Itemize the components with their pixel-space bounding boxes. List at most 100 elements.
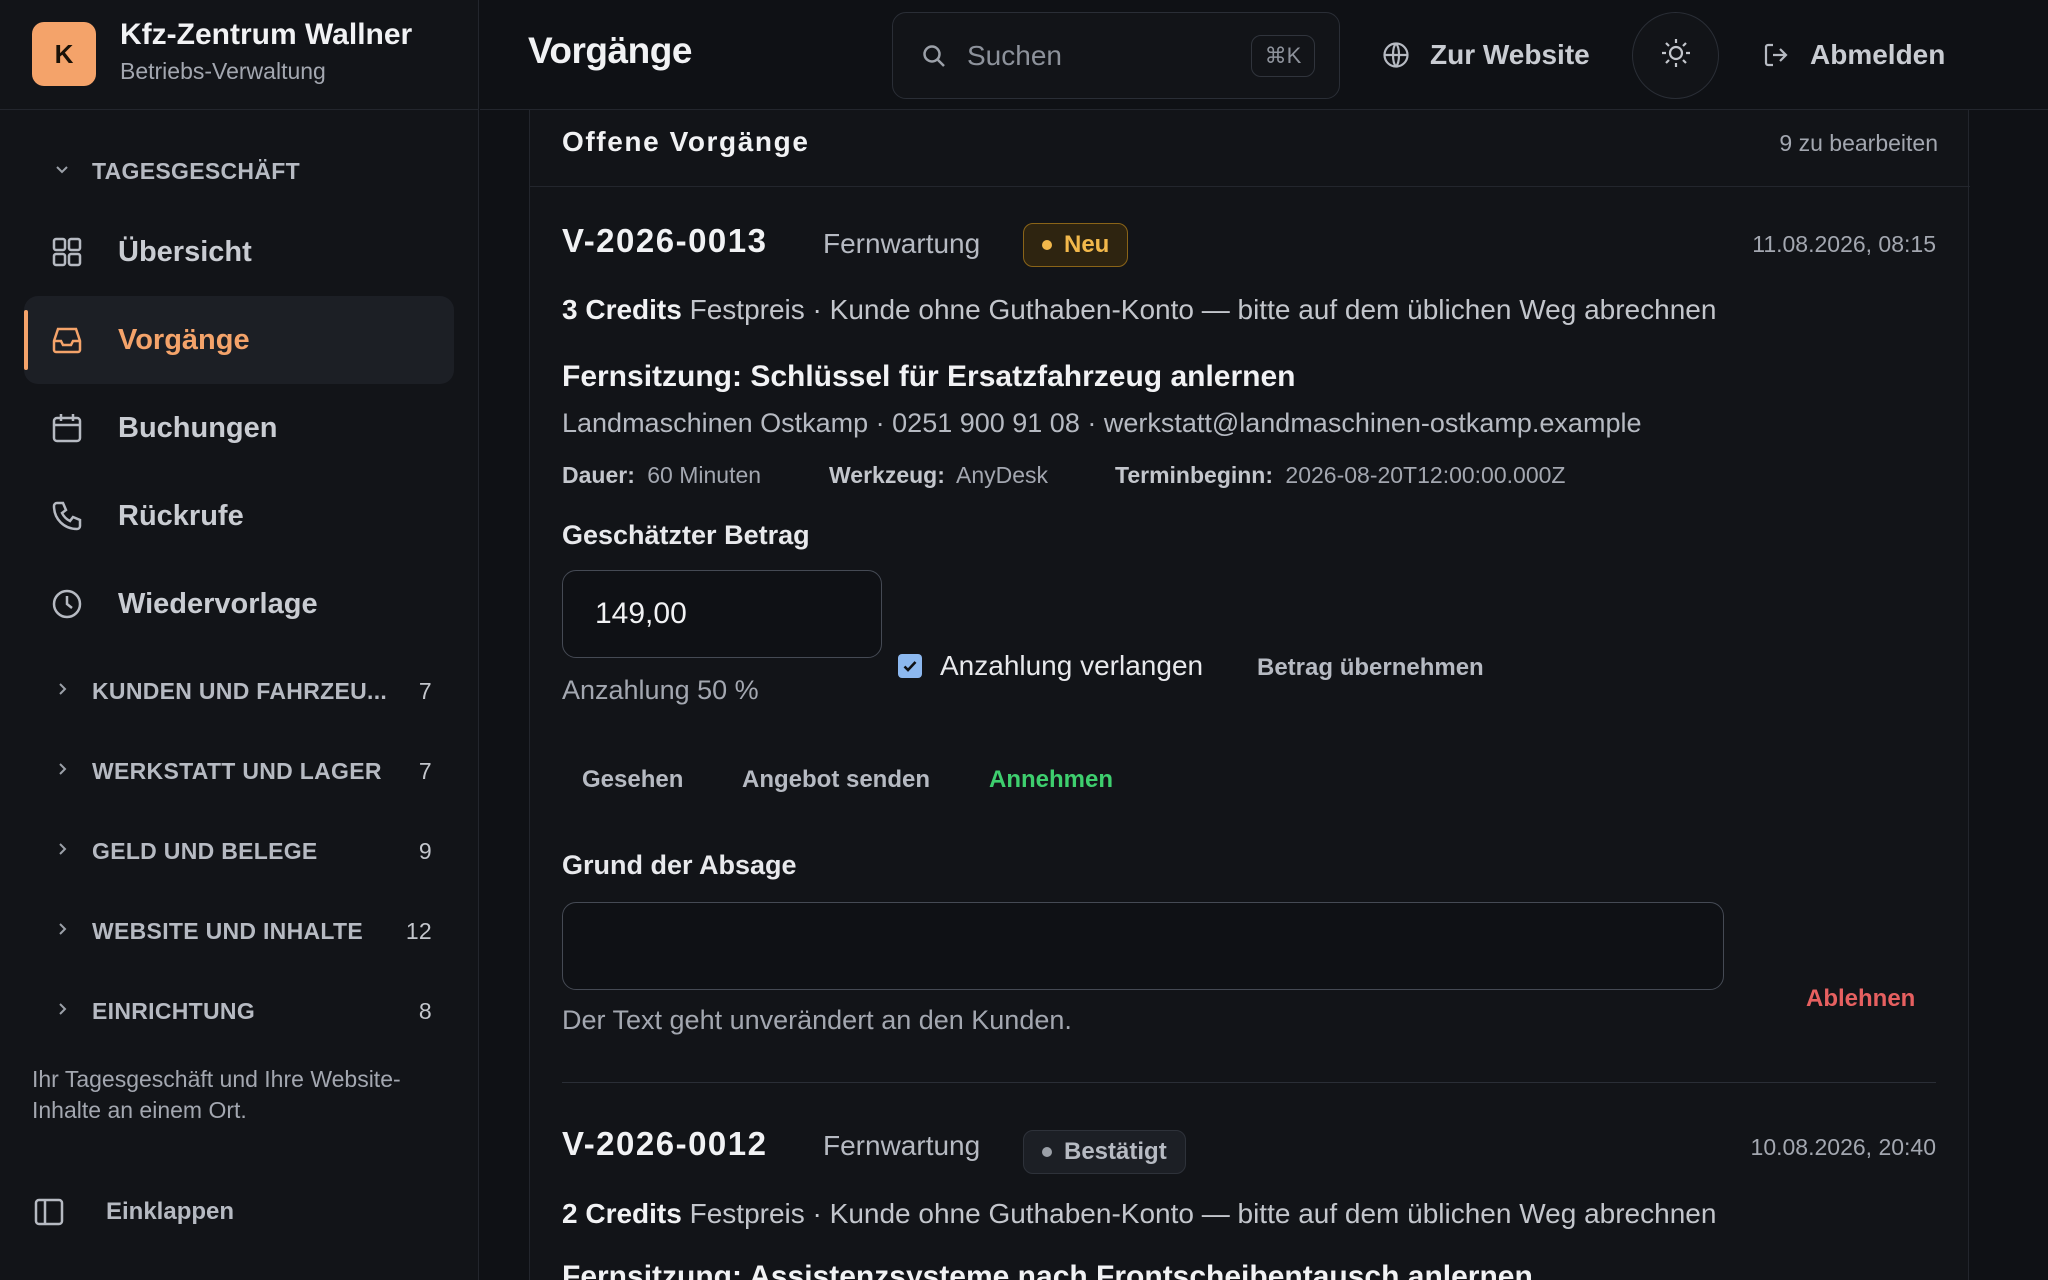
meta-label: Werkzeug: — [829, 462, 945, 488]
sidebar-item-label: Buchungen — [118, 411, 278, 444]
case-date: 10.08.2026, 20:40 — [1750, 1134, 1936, 1160]
sidebar-item-buchungen[interactable]: Buchungen — [24, 384, 454, 472]
meta-value: 60 Minuten — [647, 462, 762, 488]
meta-value: AnyDesk — [956, 462, 1049, 488]
search-shortcut-badge: ⌘K — [1251, 34, 1315, 77]
open-cases-card: Offene Vorgänge 9 zu bearbeiten V-2026-0… — [529, 110, 1970, 1280]
sidebar-item-label: Wiedervorlage — [118, 587, 318, 620]
meta-label: Terminbeginn: — [1115, 462, 1274, 488]
chevron-right-icon — [52, 681, 72, 702]
credits-amount: 3 Credits — [562, 294, 682, 325]
meta-start: Terminbeginn: 2026-08-20T12:00:00.000Z — [1115, 462, 1565, 489]
website-link-label: Zur Website — [1430, 39, 1590, 70]
case-credits: 3 Credits Festpreis · Kunde ohne Guthabe… — [562, 294, 1716, 326]
sidebar-item-vorgaenge[interactable]: Vorgänge — [24, 296, 454, 384]
search-placeholder: Suchen — [967, 39, 1062, 71]
collapse-label: Einklappen — [106, 1198, 235, 1225]
status-badge: Neu — [1023, 223, 1129, 267]
deposit-checkbox-row[interactable]: Anzahlung verlangen — [898, 650, 1203, 682]
card-title: Offene Vorgänge — [562, 126, 810, 157]
phone-icon — [50, 499, 84, 533]
sidebar-item-label: Vorgänge — [118, 323, 250, 356]
case-contact: Landmaschinen Ostkamp · 0251 900 91 08 ·… — [562, 408, 1642, 438]
sidebar: K Kfz-Zentrum Wallner Betriebs-Verwaltun… — [0, 0, 479, 1280]
grid-icon — [50, 235, 84, 269]
chevron-down-icon — [52, 161, 72, 182]
case-date: 11.08.2026, 08:15 — [1752, 231, 1936, 257]
brand-subtitle: Betriebs-Verwaltung — [120, 58, 326, 84]
section-werkstatt-und-lager[interactable]: WERKSTATT UND LAGER 7 — [52, 751, 452, 791]
website-link[interactable]: Zur Website — [1382, 30, 1590, 80]
apply-amount-button[interactable]: Betrag übernehmen — [1257, 654, 1484, 682]
sidebar-item-rueckrufe[interactable]: Rückrufe — [24, 472, 454, 560]
section-einrichtung[interactable]: EINRICHTUNG 8 — [52, 991, 452, 1031]
status-badge: Bestätigt — [1023, 1130, 1186, 1174]
case-title: Fernsitzung: Schlüssel für Ersatzfahrzeu… — [562, 360, 1296, 393]
brand-header: K Kfz-Zentrum Wallner Betriebs-Verwaltun… — [0, 0, 479, 110]
search-icon — [921, 43, 947, 69]
theme-toggle-button[interactable] — [1632, 12, 1719, 99]
section-count: 7 — [418, 757, 432, 784]
case-id: V-2026-0012 — [562, 1125, 768, 1162]
meta-tool: Werkzeug: AnyDesk — [829, 462, 1048, 489]
meta-duration: Dauer: 60 Minuten — [562, 462, 761, 489]
status-dot — [1042, 1147, 1052, 1157]
section-count: 12 — [405, 917, 432, 944]
status-label: Bestätigt — [1064, 1138, 1167, 1165]
sun-icon — [1659, 36, 1693, 75]
logout-icon — [1762, 41, 1790, 69]
meta-value: 2026-08-20T12:00:00.000Z — [1285, 462, 1566, 488]
page-title: Vorgänge — [528, 30, 692, 71]
open-count: 9 zu bearbeiten — [1779, 130, 1938, 156]
card-header: Offene Vorgänge 9 zu bearbeiten — [530, 110, 1970, 187]
section-geld-und-belege[interactable]: GELD UND BELEGE 9 — [52, 831, 452, 871]
reason-label: Grund der Absage — [562, 850, 797, 880]
sidebar-item-label: Rückrufe — [118, 499, 244, 532]
clock-icon — [50, 587, 84, 621]
case-type: Fernwartung — [823, 228, 981, 259]
sidebar-item-uebersicht[interactable]: Übersicht — [24, 208, 454, 296]
section-tagesgeschaeft[interactable]: TAGESGESCHÄFT — [52, 151, 452, 191]
deposit-checkbox[interactable] — [898, 654, 922, 678]
section-label: WERKSTATT UND LAGER — [92, 757, 382, 784]
section-label: EINRICHTUNG — [92, 997, 256, 1024]
send-offer-button[interactable]: Angebot senden — [742, 766, 930, 794]
amount-label: Geschätzter Betrag — [562, 520, 810, 550]
case-credits: 2 Credits Festpreis · Kunde ohne Guthabe… — [562, 1198, 1716, 1230]
chevron-right-icon — [52, 761, 72, 782]
reason-hint: Der Text geht unverändert an den Kunden. — [562, 1005, 1072, 1035]
logout-label: Abmelden — [1810, 39, 1946, 70]
deposit-checkbox-label: Anzahlung verlangen — [940, 650, 1204, 681]
section-label: WEBSITE UND INHALTE — [92, 917, 364, 944]
case-title: Fernsitzung: Assistenzsysteme nach Front… — [562, 1260, 1533, 1280]
calendar-icon — [50, 411, 84, 445]
brand-name: Kfz-Zentrum Wallner — [120, 18, 413, 51]
logout-button[interactable]: Abmelden — [1762, 30, 1945, 80]
credits-note: Festpreis · Kunde ohne Guthaben-Konto — … — [689, 294, 1717, 325]
amount-input[interactable]: 149,00 — [562, 570, 882, 658]
section-count: 9 — [418, 837, 432, 864]
sidebar-item-wiedervorlage[interactable]: Wiedervorlage — [24, 560, 454, 648]
credits-note: Festpreis · Kunde ohne Guthaben-Konto — … — [689, 1198, 1717, 1229]
case-divider — [562, 1082, 1936, 1083]
section-kunden-und-fahrzeuge[interactable]: KUNDEN UND FAHRZEU... 7 — [52, 671, 452, 711]
section-website-und-inhalte[interactable]: WEBSITE UND INHALTE 12 — [52, 911, 452, 951]
section-label: GELD UND BELEGE — [92, 837, 318, 864]
search-input[interactable]: Suchen ⌘K — [892, 12, 1340, 99]
reject-button[interactable]: Ablehnen — [1806, 985, 1915, 1013]
reason-input[interactable] — [562, 902, 1724, 990]
seen-button[interactable]: Gesehen — [582, 766, 683, 794]
status-dot — [1042, 240, 1052, 250]
status-label: Neu — [1064, 231, 1110, 258]
collapse-sidebar-button[interactable]: Einklappen — [32, 1190, 234, 1234]
section-count: 8 — [418, 997, 432, 1024]
brand-logo: K — [32, 22, 96, 86]
globe-icon — [1382, 41, 1410, 69]
accept-button[interactable]: Annehmen — [989, 766, 1113, 794]
sidebar-note: Ihr Tagesgeschäft und Ihre Website-Inhal… — [32, 1066, 401, 1123]
deposit-hint: Anzahlung 50 % — [562, 675, 759, 705]
sidebar-panel-icon — [32, 1195, 66, 1229]
sidebar-item-label: Übersicht — [118, 235, 252, 268]
topbar: Vorgänge Suchen ⌘K Zur Website Abmelden — [480, 0, 2048, 110]
case-type: Fernwartung — [823, 1130, 981, 1161]
